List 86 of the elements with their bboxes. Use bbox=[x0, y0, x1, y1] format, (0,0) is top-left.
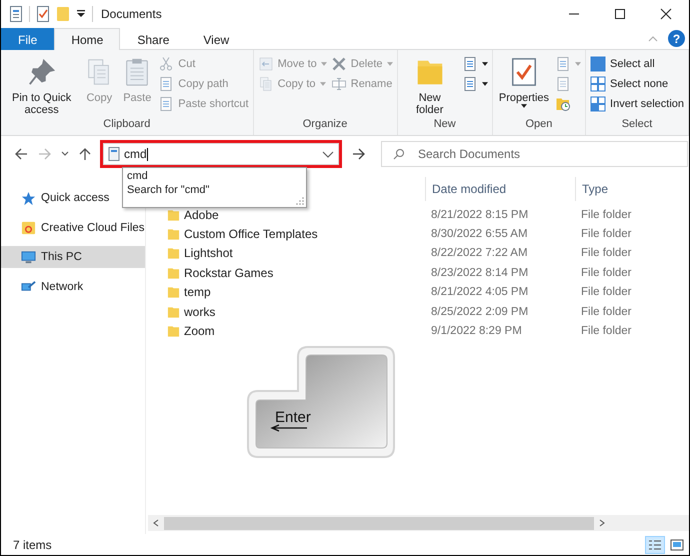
pin-icon bbox=[26, 57, 57, 87]
sidebar-item[interactable]: Creative Cloud Files bbox=[1, 216, 149, 238]
address-field[interactable]: cmd bbox=[103, 143, 339, 165]
ribbon-button[interactable]: Pin to Quick access bbox=[5, 53, 78, 118]
table-cell-text: 8/22/2022 7:22 AM bbox=[431, 247, 529, 260]
file-name[interactable]: Adobe bbox=[148, 208, 431, 222]
folder-icon bbox=[167, 208, 180, 222]
table-cell-text: 8/30/2022 6:55 AM bbox=[431, 228, 529, 240]
scissors-icon bbox=[158, 56, 174, 72]
ribbon-button[interactable]: Properties bbox=[496, 53, 552, 118]
ribbon-button[interactable]: Select none bbox=[590, 75, 684, 92]
table-cell-text: 8/25/2022 2:09 PM bbox=[431, 306, 530, 318]
ribbon-tab[interactable]: Home bbox=[54, 28, 120, 50]
pencil-document-icon bbox=[555, 76, 572, 92]
resize-grip-icon[interactable] bbox=[296, 197, 304, 205]
folder-icon bbox=[167, 227, 180, 242]
group-label: Organize bbox=[302, 118, 348, 132]
folder-icon bbox=[167, 285, 180, 300]
table-cell-text: File folder bbox=[581, 266, 632, 279]
cloud-folder-icon bbox=[21, 220, 36, 235]
table-cell-text: File folder bbox=[581, 228, 632, 240]
ribbon-button[interactable]: Invert selection bbox=[590, 95, 684, 112]
table-cell-text: File folder bbox=[581, 286, 632, 298]
file-name[interactable]: Custom Office Templates bbox=[148, 227, 431, 242]
file-name[interactable]: works bbox=[148, 304, 431, 319]
table-cell-text: File folder bbox=[581, 306, 632, 318]
ribbon-button[interactable]: Select all bbox=[590, 55, 684, 72]
enter-key-drawing: Enter bbox=[246, 344, 396, 459]
address-value: cmd bbox=[124, 147, 147, 161]
ribbon-button[interactable]: New folder bbox=[402, 53, 458, 118]
clock-folder-icon bbox=[555, 96, 572, 112]
sidebar-item[interactable]: Quick access bbox=[1, 187, 114, 209]
table-cell-text: 8/21/2022 8:15 PM bbox=[431, 208, 530, 221]
file-name[interactable]: Rockstar Games bbox=[148, 266, 431, 280]
table-cell-text: 9/1/2022 8:29 PM bbox=[431, 325, 523, 338]
window-title: Documents bbox=[101, 7, 162, 21]
search-icon bbox=[393, 148, 405, 160]
document-icon bbox=[108, 147, 120, 161]
column-header[interactable]: Date modified bbox=[425, 177, 575, 201]
folder-icon bbox=[167, 304, 180, 319]
ribbon-tab[interactable]: File bbox=[1, 28, 54, 50]
documents-icon bbox=[258, 76, 274, 92]
table-cell-text: 8/21/2022 4:05 PM bbox=[431, 286, 530, 298]
grid-icon bbox=[590, 96, 606, 112]
properties-icon[interactable] bbox=[36, 6, 50, 22]
table-cell-text: File folder bbox=[581, 208, 632, 221]
star-icon bbox=[21, 190, 36, 206]
file-name[interactable]: Zoom bbox=[148, 324, 431, 338]
dropdown-caret-icon[interactable] bbox=[322, 150, 334, 158]
ribbon-tab[interactable]: View bbox=[186, 28, 246, 50]
search-field[interactable]: Search Documents bbox=[381, 141, 688, 167]
folder-icon bbox=[167, 324, 180, 338]
caret-icon[interactable] bbox=[76, 10, 86, 18]
file-name[interactable]: Lightshot bbox=[148, 246, 431, 260]
details-view-button[interactable] bbox=[645, 536, 665, 554]
delete-icon bbox=[330, 56, 347, 72]
group-label: Select bbox=[620, 118, 654, 132]
folder-icon bbox=[167, 266, 180, 280]
grid-icon bbox=[590, 76, 606, 92]
ribbon-icon-button[interactable] bbox=[462, 55, 488, 72]
document-icon[interactable] bbox=[9, 6, 23, 22]
group-label: New bbox=[432, 118, 457, 132]
item-count: 7 items bbox=[13, 538, 52, 552]
column-header[interactable]: Type bbox=[575, 177, 689, 201]
group-label: Open bbox=[524, 118, 554, 132]
grid-icon bbox=[590, 56, 606, 72]
table-cell-text: File folder bbox=[581, 325, 632, 338]
horizontal-scrollbar[interactable] bbox=[148, 515, 689, 531]
document-icon bbox=[462, 76, 478, 92]
sidebar-item[interactable]: This PC bbox=[1, 246, 145, 268]
details-list-icon bbox=[648, 538, 662, 550]
sidebar-item[interactable]: Network bbox=[1, 276, 88, 298]
computer-icon bbox=[21, 250, 36, 264]
group-label: Clipboard bbox=[102, 118, 152, 132]
rename-icon bbox=[330, 76, 347, 92]
ribbon-tab[interactable]: Share bbox=[120, 28, 186, 50]
table-cell-text: File folder bbox=[581, 247, 632, 260]
help-button[interactable]: ? bbox=[668, 30, 685, 47]
move-icon bbox=[258, 56, 274, 72]
file-name[interactable]: temp bbox=[148, 285, 431, 300]
suggestion-item[interactable]: cmd bbox=[127, 169, 302, 183]
table-cell-text: 8/23/2022 8:14 PM bbox=[431, 266, 530, 279]
suggestion-item[interactable]: Search for "cmd" bbox=[127, 183, 302, 197]
picture-frame-icon bbox=[670, 538, 684, 550]
ribbon-icon-button[interactable] bbox=[462, 75, 488, 92]
folder-icon bbox=[167, 246, 180, 260]
